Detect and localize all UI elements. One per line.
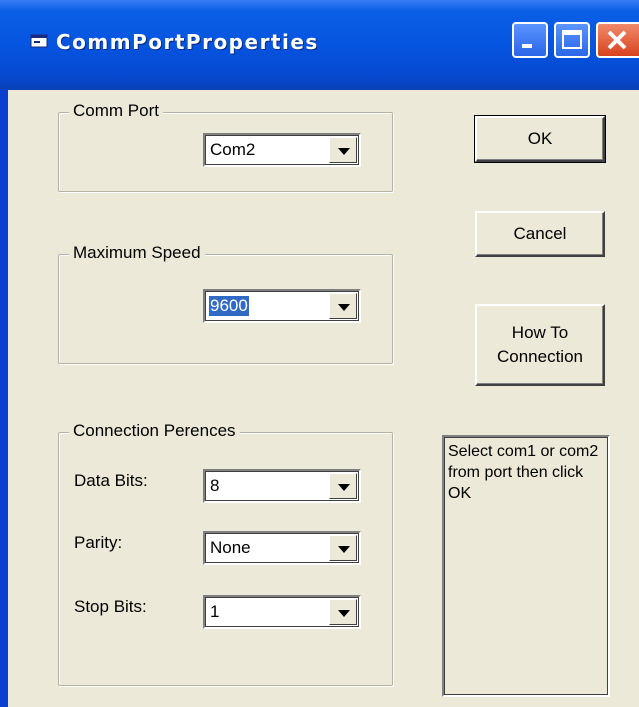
chevron-down-icon bbox=[338, 546, 350, 553]
data-bits-dropdown-button[interactable] bbox=[329, 473, 357, 499]
comm-port-dropdown-button[interactable] bbox=[329, 137, 357, 163]
instructions-text: Select com1 or com2 from port then click… bbox=[448, 443, 599, 502]
comm-port-group: Comm Port Com2 bbox=[58, 101, 393, 192]
app-window-icon bbox=[30, 34, 48, 48]
stop-bits-label: Stop Bits: bbox=[74, 597, 147, 616]
window-title: CommPortProperties bbox=[56, 30, 319, 54]
data-bits-select[interactable]: 8 bbox=[203, 469, 361, 503]
parity-value: None bbox=[210, 538, 251, 557]
how-to-line2: Connection bbox=[496, 347, 583, 366]
cancel-button-label: Cancel bbox=[513, 224, 567, 243]
comm-port-select[interactable]: Com2 bbox=[203, 133, 361, 167]
maximum-speed-group-title: Maximum Speed bbox=[69, 243, 205, 263]
data-bits-value: 8 bbox=[210, 476, 220, 495]
maximum-speed-select[interactable]: 9600 bbox=[203, 289, 361, 323]
comm-port-properties-window: CommPortProperties Comm Port Com2 Maximu… bbox=[0, 0, 639, 707]
stop-bits-dropdown-button[interactable] bbox=[329, 599, 357, 625]
chevron-down-icon bbox=[338, 484, 350, 491]
chevron-down-icon bbox=[338, 148, 350, 155]
parity-label: Parity: bbox=[74, 533, 123, 552]
ok-button-label: OK bbox=[527, 129, 553, 148]
instructions-text-box: Select com1 or com2 from port then click… bbox=[442, 435, 610, 697]
parity-select[interactable]: None bbox=[203, 531, 361, 565]
dialog-client-area: Comm Port Com2 Maximum Speed 9600 Connec… bbox=[8, 90, 639, 707]
maximize-icon bbox=[562, 30, 582, 49]
connection-preferences-group-title: Connection Perences bbox=[69, 421, 240, 441]
how-to-connection-button[interactable]: How To Connection bbox=[475, 304, 605, 386]
how-to-line1: How To bbox=[511, 323, 569, 342]
data-bits-label: Data Bits: bbox=[74, 471, 148, 490]
cancel-button[interactable]: Cancel bbox=[475, 211, 605, 257]
title-bar[interactable]: CommPortProperties bbox=[0, 0, 639, 90]
close-icon bbox=[607, 30, 627, 50]
close-button[interactable] bbox=[596, 22, 639, 58]
minimize-icon bbox=[522, 44, 532, 48]
parity-dropdown-button[interactable] bbox=[329, 535, 357, 561]
maximize-button[interactable] bbox=[554, 22, 590, 58]
stop-bits-select[interactable]: 1 bbox=[203, 595, 361, 629]
maximum-speed-group: Maximum Speed 9600 bbox=[58, 243, 393, 364]
maximum-speed-value: 9600 bbox=[209, 296, 249, 316]
connection-preferences-group: Connection Perences Data Bits: 8 Parity:… bbox=[58, 421, 393, 686]
stop-bits-value: 1 bbox=[210, 602, 220, 621]
chevron-down-icon bbox=[338, 304, 350, 311]
maximum-speed-dropdown-button[interactable] bbox=[329, 293, 357, 319]
comm-port-value: Com2 bbox=[210, 140, 256, 159]
ok-button[interactable]: OK bbox=[474, 115, 606, 163]
comm-port-group-title: Comm Port bbox=[69, 101, 163, 121]
chevron-down-icon bbox=[338, 610, 350, 617]
minimize-button[interactable] bbox=[512, 22, 548, 58]
